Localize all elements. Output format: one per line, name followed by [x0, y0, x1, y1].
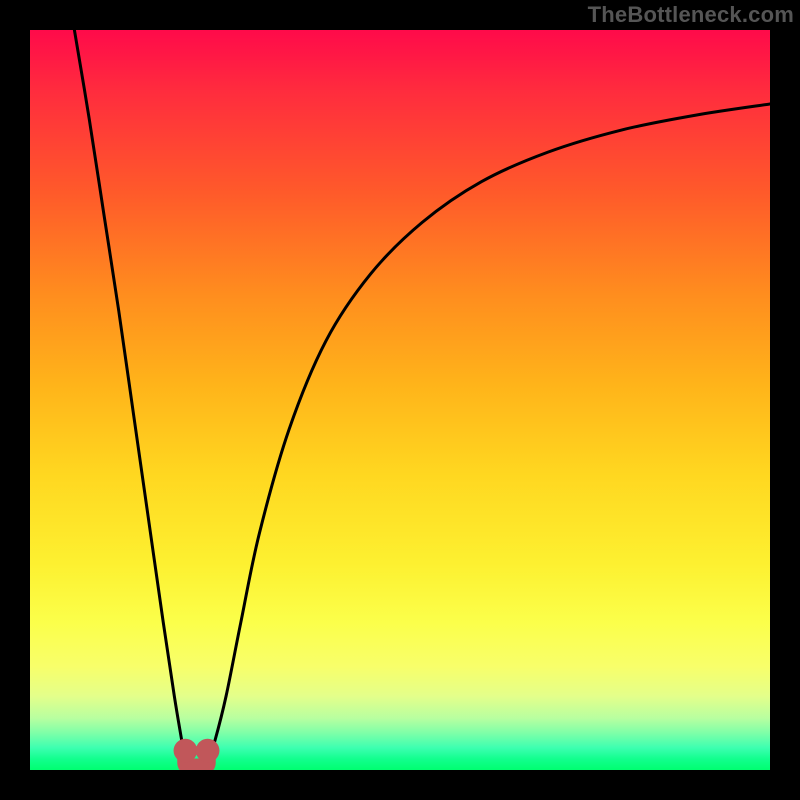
right-curve-path: [208, 104, 770, 763]
trough-dot-right-icon: [196, 739, 220, 763]
trough-dot-left-icon: [174, 739, 198, 763]
chart-frame: TheBottleneck.com: [0, 0, 800, 800]
watermark-label: TheBottleneck.com: [588, 2, 794, 28]
chart-svg: [30, 30, 770, 770]
left-curve-path: [74, 30, 185, 763]
chart-plot-area: [30, 30, 770, 770]
